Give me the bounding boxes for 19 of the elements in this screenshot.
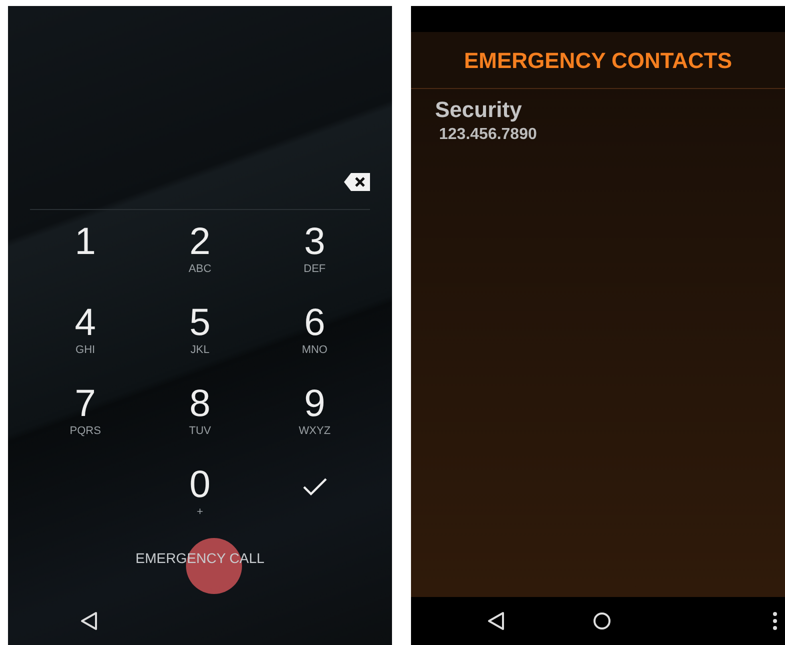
more-icon[interactable]	[773, 612, 777, 630]
contact-number[interactable]: 123.456.7890	[435, 123, 761, 147]
dial-key[interactable]: 9 WXYZ	[298, 384, 331, 438]
dial-key[interactable]: 0 +	[189, 464, 211, 519]
dial-key[interactable]: 6 MNO	[302, 302, 328, 357]
dial-key[interactable]: 7 PQRS	[70, 384, 101, 438]
home-icon[interactable]	[593, 612, 611, 630]
dial-key[interactable]: 1	[74, 222, 96, 262]
check-icon	[302, 476, 328, 497]
dial-key[interactable]: 2 ABC	[188, 222, 212, 276]
back-icon[interactable]	[80, 611, 98, 632]
backspace-icon[interactable]	[344, 172, 370, 191]
dial-key[interactable]: 8 TUV	[188, 384, 211, 438]
screen-title: EMERGENCY CONTACTS	[464, 46, 732, 74]
contact-name[interactable]: Security	[435, 97, 761, 123]
dial-key[interactable]: 5 JKL	[189, 302, 211, 357]
back-icon[interactable]	[487, 611, 505, 631]
dial-key[interactable]: 4 GHI	[74, 302, 96, 357]
dial-key[interactable]: 3 DEF	[304, 222, 326, 276]
